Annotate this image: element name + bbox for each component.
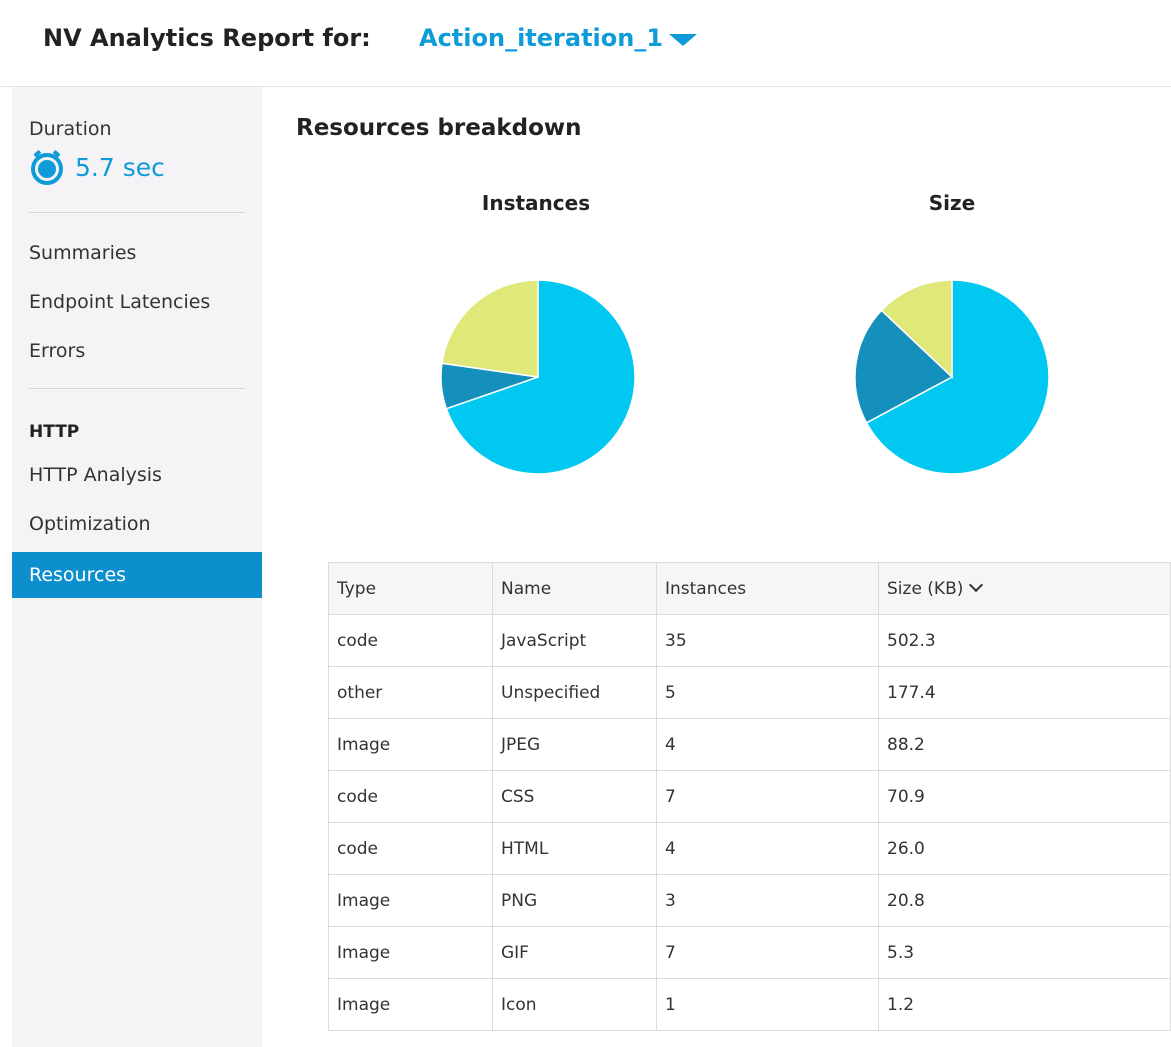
sidebar: Duration 5.7 sec Summaries Endpoint Late… xyxy=(12,87,262,1047)
cell-size: 26.0 xyxy=(878,822,1171,875)
table-header-row: Type Name Instances Size (KB) xyxy=(328,562,1171,615)
sort-descending-icon[interactable] xyxy=(969,577,984,592)
table-row: other Unspecified 5 177.4 xyxy=(328,666,1171,719)
report-title: NV Analytics Report for: xyxy=(43,24,371,52)
cell-instances: 4 xyxy=(656,822,879,875)
cell-instances: 4 xyxy=(656,718,879,771)
cell-type: Image xyxy=(328,926,493,979)
table-row: Image GIF 7 5.3 xyxy=(328,926,1171,979)
cell-name: JavaScript xyxy=(492,614,657,667)
cell-instances: 7 xyxy=(656,770,879,823)
resources-table-container: Type Name Instances Size (KB) code JavaSc… xyxy=(328,562,1171,1031)
cell-type: other xyxy=(328,666,493,719)
stopwatch-icon xyxy=(31,150,63,185)
caret-down-icon[interactable] xyxy=(669,33,698,46)
section-title: Resources breakdown xyxy=(296,115,582,141)
sidebar-item-endpoint-latencies[interactable]: Endpoint Latencies xyxy=(12,279,262,325)
cell-name: HTML xyxy=(492,822,657,875)
table-row: Image Icon 1 1.2 xyxy=(328,978,1171,1031)
cell-name: GIF xyxy=(492,926,657,979)
cell-name: JPEG xyxy=(492,718,657,771)
sidebar-item-optimization[interactable]: Optimization xyxy=(12,501,262,547)
cell-size: 1.2 xyxy=(878,978,1171,1031)
cell-instances: 35 xyxy=(656,614,879,667)
cell-size: 177.4 xyxy=(878,666,1171,719)
action-name[interactable]: Action_iteration_1 xyxy=(419,24,663,52)
cell-type: Image xyxy=(328,874,493,927)
duration-label: Duration xyxy=(29,118,112,140)
table-row: code JavaScript 35 502.3 xyxy=(328,614,1171,667)
cell-name: Icon xyxy=(492,978,657,1031)
main-content: Resources breakdown Instances Size Type … xyxy=(262,87,1171,1047)
duration-value-row: 5.7 sec xyxy=(29,149,165,185)
duration-value: 5.7 sec xyxy=(75,152,165,182)
cell-size: 70.9 xyxy=(878,770,1171,823)
table-row: code HTML 4 26.0 xyxy=(328,822,1171,875)
size-pie-chart xyxy=(854,279,1050,475)
cell-name: CSS xyxy=(492,770,657,823)
sidebar-divider xyxy=(29,212,245,213)
cell-type: code xyxy=(328,614,493,667)
sidebar-item-http-analysis[interactable]: HTTP Analysis xyxy=(12,452,262,498)
table-row: Image JPEG 4 88.2 xyxy=(328,718,1171,771)
table-row: Image PNG 3 20.8 xyxy=(328,874,1171,927)
column-header-instances[interactable]: Instances xyxy=(656,562,879,615)
chart-title-size: Size xyxy=(928,191,976,215)
cell-size: 88.2 xyxy=(878,718,1171,771)
action-selector[interactable]: Action_iteration_1 xyxy=(419,24,698,52)
sidebar-item-errors[interactable]: Errors xyxy=(12,328,262,374)
sidebar-item-summaries[interactable]: Summaries xyxy=(12,230,262,276)
pie-slice-image[interactable] xyxy=(441,279,539,378)
sidebar-item-resources[interactable]: Resources xyxy=(12,552,262,598)
sidebar-section-http: HTTP xyxy=(29,422,80,442)
column-header-size-label[interactable]: Size (KB) xyxy=(887,579,963,599)
cell-type: code xyxy=(328,770,493,823)
sidebar-divider xyxy=(29,388,245,389)
cell-size: 5.3 xyxy=(878,926,1171,979)
cell-type: Image xyxy=(328,718,493,771)
cell-size: 502.3 xyxy=(878,614,1171,667)
cell-type: Image xyxy=(328,978,493,1031)
column-header-size[interactable]: Size (KB) xyxy=(878,562,1171,615)
column-header-name[interactable]: Name xyxy=(492,562,657,615)
cell-size: 20.8 xyxy=(878,874,1171,927)
cell-instances: 7 xyxy=(656,926,879,979)
chart-title-instances: Instances xyxy=(481,191,591,215)
cell-instances: 3 xyxy=(656,874,879,927)
table-row: code CSS 7 70.9 xyxy=(328,770,1171,823)
cell-type: code xyxy=(328,822,493,875)
cell-name: PNG xyxy=(492,874,657,927)
column-header-type[interactable]: Type xyxy=(328,562,493,615)
cell-instances: 5 xyxy=(656,666,879,719)
report-header: NV Analytics Report for: Action_iteratio… xyxy=(0,0,1171,87)
cell-name: Unspecified xyxy=(492,666,657,719)
resources-table: Type Name Instances Size (KB) code JavaSc… xyxy=(328,562,1171,1031)
instances-pie-chart xyxy=(440,279,636,475)
cell-instances: 1 xyxy=(656,978,879,1031)
